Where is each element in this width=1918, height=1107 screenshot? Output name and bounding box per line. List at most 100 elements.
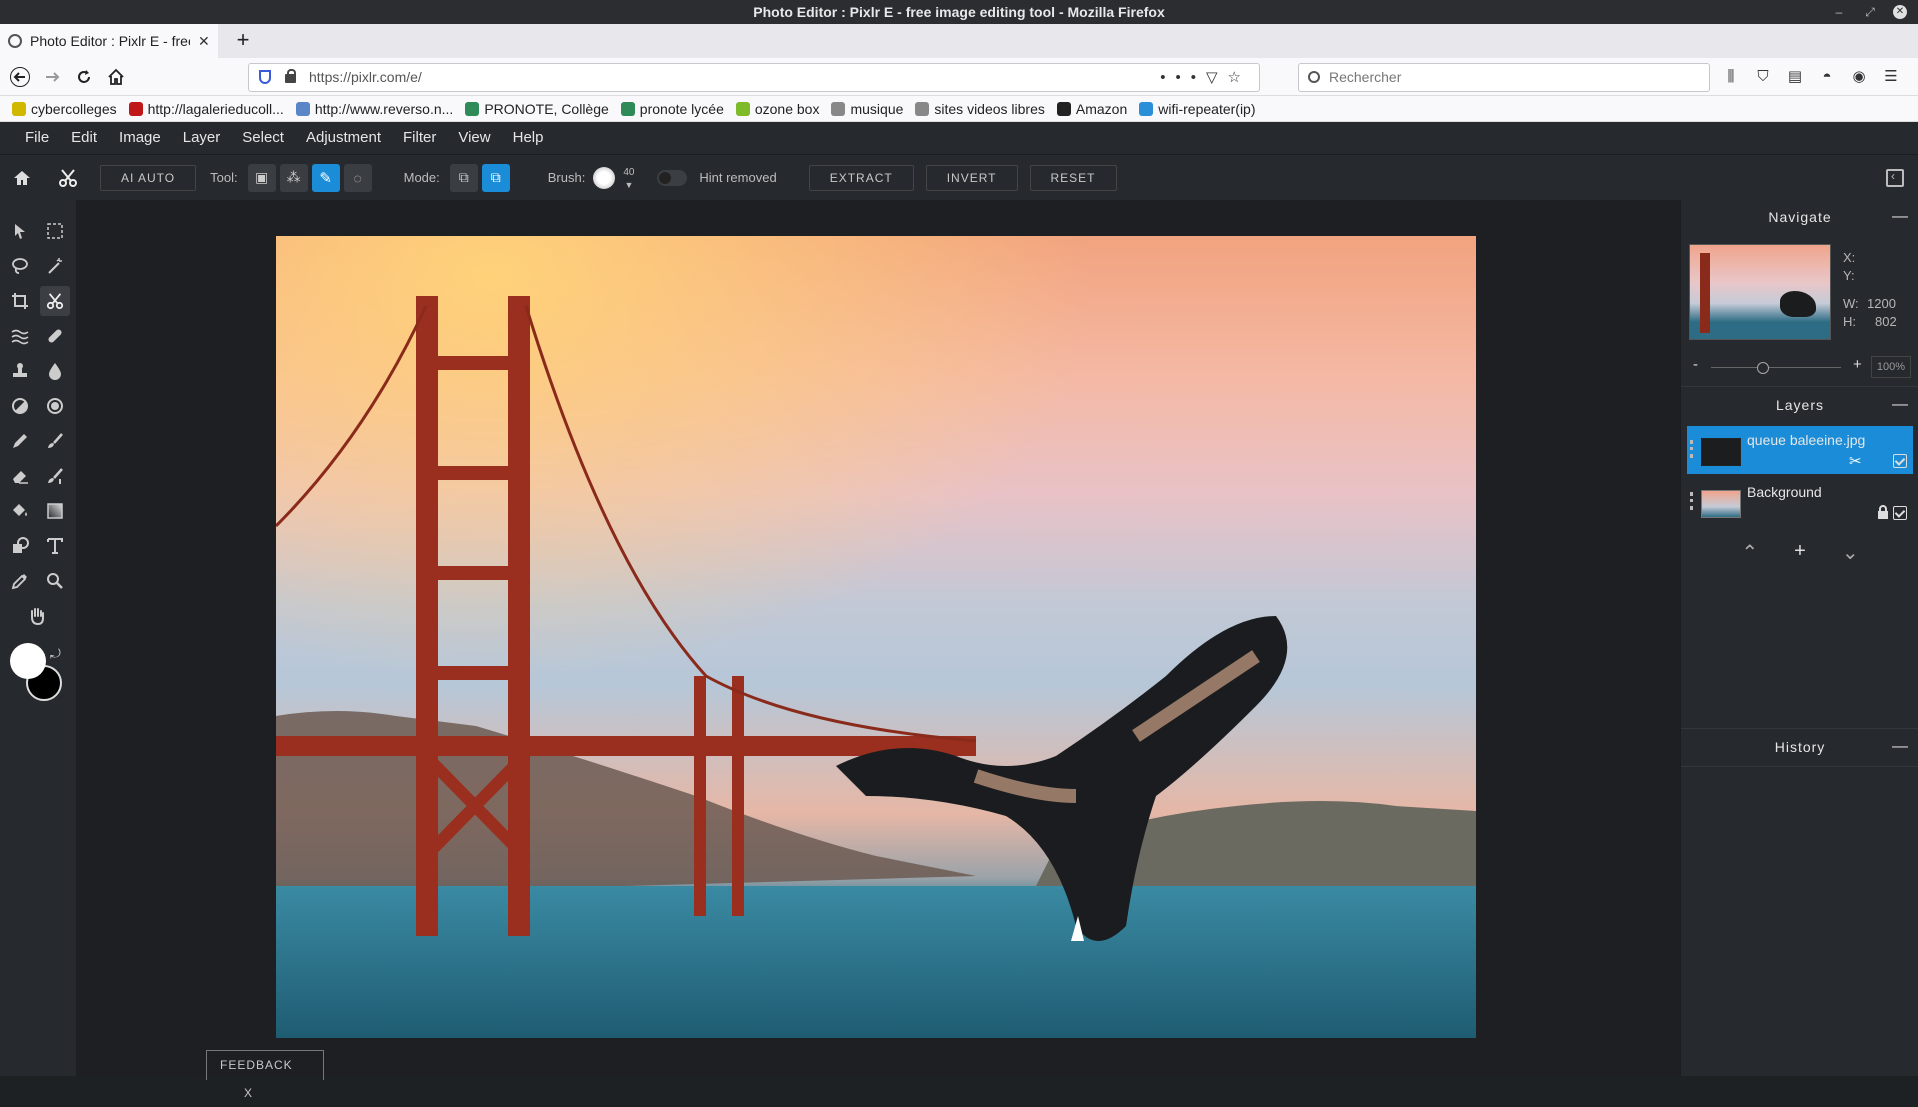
url-text[interactable]: https://pixlr.com/e/	[309, 69, 422, 85]
marquee-tool[interactable]	[40, 216, 70, 246]
close-tab-icon[interactable]: ✕	[198, 33, 210, 50]
back-button[interactable]	[6, 63, 34, 91]
brush-preview[interactable]	[593, 166, 616, 189]
shape-tool[interactable]	[5, 531, 35, 561]
brush-tool[interactable]	[40, 426, 70, 456]
bookmark-label[interactable]: Amazon	[1076, 101, 1127, 117]
layer-name[interactable]: Background	[1747, 484, 1822, 500]
bookmark-star-icon[interactable]: ☆	[1228, 69, 1251, 86]
navigator-thumbnail[interactable]	[1689, 244, 1831, 340]
hand-tool[interactable]	[22, 601, 52, 631]
bookmark-item[interactable]: cybercolleges	[12, 101, 117, 117]
tool-magic-button[interactable]: ⁂	[279, 163, 308, 192]
bookmark-item[interactable]: sites videos libres	[915, 101, 1045, 117]
bookmark-item[interactable]: wifi-repeater(ip)	[1139, 101, 1256, 117]
ai-auto-button[interactable]: AI AUTO	[100, 164, 197, 191]
navigate-header[interactable]: Navigate —	[1681, 200, 1918, 234]
drag-handle-icon[interactable]	[1690, 492, 1693, 510]
bookmark-label[interactable]: musique	[850, 101, 903, 117]
clone-tool[interactable]	[5, 356, 35, 386]
bookmark-label[interactable]: http://www.reverso.n...	[315, 101, 454, 117]
bookmark-item[interactable]: http://lagalerieducoll...	[128, 101, 284, 117]
zoom-slider-knob[interactable]	[1757, 362, 1769, 374]
tool-shape-button[interactable]: ▣	[247, 163, 276, 192]
brush-size-value[interactable]: 40	[623, 167, 634, 178]
collapse-navigate-icon[interactable]: —	[1892, 200, 1909, 234]
layer-row-selected[interactable]: queue baleeine.jpg ✂	[1687, 426, 1913, 474]
bookmark-label[interactable]: pronote lycée	[640, 101, 724, 117]
menu-help[interactable]: Help	[502, 122, 555, 154]
pocket-icon[interactable]: ▽	[1206, 69, 1228, 86]
brush-size-dropdown-icon[interactable]: ▼	[624, 180, 633, 190]
scissors-icon[interactable]: ✂	[1849, 452, 1862, 470]
more-actions-icon[interactable]: •••	[1160, 69, 1206, 86]
foreground-color-swatch[interactable]	[10, 643, 46, 679]
zoom-out-button[interactable]: -	[1693, 356, 1698, 373]
cutout-tool-indicator[interactable]	[54, 164, 82, 192]
hamburger-menu-icon[interactable]: ☰	[1880, 63, 1902, 91]
invert-button[interactable]: INVERT	[925, 164, 1018, 191]
feedback-label[interactable]: FEEDBACK	[220, 1058, 293, 1072]
menu-select[interactable]: Select	[231, 122, 295, 154]
home-button[interactable]	[102, 63, 130, 91]
tool-lasso-button[interactable]: ◌	[343, 163, 372, 192]
cutout-tool[interactable]	[40, 286, 70, 316]
feedback-close-button[interactable]: X	[244, 1086, 253, 1100]
bookmark-item[interactable]: pronote lycée	[620, 101, 724, 117]
menu-view[interactable]: View	[447, 122, 501, 154]
zoom-slider-track[interactable]	[1711, 367, 1841, 368]
fill-tool[interactable]	[5, 496, 35, 526]
ublock-icon[interactable]: ⛉	[1752, 63, 1774, 91]
menu-edit[interactable]: Edit	[60, 122, 108, 154]
mode-subtract-button[interactable]: ⧉	[481, 163, 510, 192]
eraser-tool[interactable]	[5, 461, 35, 491]
layers-header[interactable]: Layers —	[1681, 388, 1918, 422]
bookmark-item[interactable]: http://www.reverso.n...	[295, 101, 454, 117]
history-header[interactable]: History —	[1681, 730, 1918, 764]
reload-button[interactable]	[70, 63, 98, 91]
sponge-tool[interactable]	[40, 391, 70, 421]
hint-toggle[interactable]	[657, 169, 688, 186]
collapse-panel-icon[interactable]: ‹	[1886, 169, 1904, 187]
bookmark-label[interactable]: wifi-repeater(ip)	[1158, 101, 1255, 117]
collapse-history-icon[interactable]: —	[1892, 730, 1909, 764]
minimize-button[interactable]: –	[1826, 0, 1852, 24]
gradient-tool[interactable]	[40, 496, 70, 526]
image-canvas[interactable]	[276, 236, 1476, 1038]
zoom-percentage-field[interactable]: 100%	[1871, 356, 1911, 378]
menu-layer[interactable]: Layer	[172, 122, 232, 154]
layer-row[interactable]: Background	[1687, 478, 1913, 526]
eyedropper-tool[interactable]	[5, 566, 35, 596]
zoom-tool[interactable]	[40, 566, 70, 596]
layer-visibility-checkbox[interactable]	[1893, 506, 1907, 520]
swap-colors-icon[interactable]: ⤾	[50, 646, 61, 662]
lock-icon[interactable]	[1877, 505, 1889, 519]
zoom-in-button[interactable]: +	[1853, 356, 1862, 373]
forward-button[interactable]	[38, 63, 66, 91]
menu-file[interactable]: File	[14, 122, 60, 154]
extract-button[interactable]: EXTRACT	[808, 164, 914, 191]
extension-icon[interactable]: ◓	[1816, 63, 1838, 91]
bookmark-label[interactable]: http://lagalerieducoll...	[148, 101, 284, 117]
heal-tool[interactable]	[40, 321, 70, 351]
crop-tool[interactable]	[5, 286, 35, 316]
liquify-tool[interactable]	[5, 321, 35, 351]
bookmark-item[interactable]: PRONOTE, Collège	[465, 101, 609, 117]
menu-image[interactable]: Image	[108, 122, 172, 154]
reader-view-icon[interactable]: ▤	[1784, 63, 1806, 91]
bookmark-item[interactable]: Amazon	[1056, 101, 1127, 117]
bookmark-label[interactable]: cybercolleges	[31, 101, 117, 117]
wand-tool[interactable]	[40, 251, 70, 281]
bookmark-label[interactable]: sites videos libres	[934, 101, 1045, 117]
new-tab-button[interactable]: +	[228, 26, 258, 56]
account-icon[interactable]: ◉	[1848, 63, 1870, 91]
text-tool[interactable]	[40, 531, 70, 561]
browser-tab[interactable]: Photo Editor : Pixlr E - free image edit…	[0, 24, 218, 58]
blur-tool[interactable]	[40, 356, 70, 386]
lock-icon[interactable]	[285, 69, 296, 83]
tool-brush-button[interactable]: ✎	[311, 163, 340, 192]
move-layer-down-icon[interactable]: ⌄	[1842, 540, 1859, 570]
pen-tool[interactable]	[5, 426, 35, 456]
lasso-tool[interactable]	[5, 251, 35, 281]
move-layer-up-icon[interactable]: ⌃	[1741, 540, 1758, 570]
